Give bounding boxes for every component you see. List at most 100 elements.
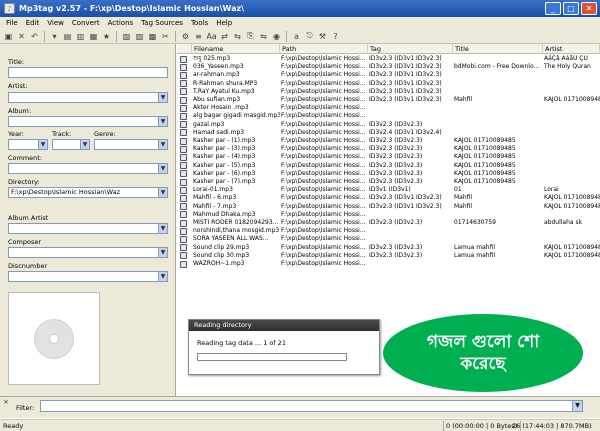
cell-filename: Akter Hosain .mp3 <box>193 104 249 112</box>
filter-dropdown-icon[interactable]: ▼ <box>572 401 582 411</box>
open-folder-icon[interactable]: ▤ <box>62 31 73 42</box>
column-header-tag[interactable]: Tag <box>368 44 453 54</box>
table-row[interactable]: Mahmud Dhaka.mp3 F:\xp\Destop\Islamic Hos… <box>177 211 600 219</box>
genre-field[interactable]: ▼ <box>94 139 168 150</box>
tag-tag-icon[interactable]: ⇋ <box>258 31 269 42</box>
playlist-icon[interactable]: ▩ <box>147 31 158 42</box>
table-row[interactable]: MISTI RODER 0182094293... F:\xp\Destop\Is… <box>177 219 600 227</box>
table-row[interactable]: Abu sufian.mp3 F:\xp\Destop\Islamic Hossi… <box>177 96 600 104</box>
cover-art[interactable] <box>8 292 100 385</box>
track-field[interactable]: ▼ <box>52 139 90 150</box>
year-dropdown-icon[interactable]: ▼ <box>38 140 47 149</box>
menu-actions[interactable]: Actions <box>104 19 138 27</box>
column-header-filename[interactable]: Filename <box>192 44 280 54</box>
table-row[interactable]: Kasher par - (3).mp3 F:\xp\Destop\Islamic… <box>177 145 600 153</box>
table-row[interactable]: norshindi,thana mosgid.mp3 F:\xp\Destop\I… <box>177 227 600 235</box>
composer-field[interactable]: ▼ <box>8 247 168 258</box>
menu-tools[interactable]: Tools <box>187 19 212 27</box>
album-artist-dropdown-icon[interactable]: ▼ <box>158 224 167 233</box>
action-icon[interactable]: ⚙ <box>180 31 191 42</box>
column-header-path[interactable]: Path <box>280 44 368 54</box>
discnumber-dropdown-icon[interactable]: ▼ <box>158 272 167 281</box>
cell-path: F:\xp\Destop\Islamic Hossi... <box>281 227 366 235</box>
format-icon[interactable]: ≡ <box>193 31 204 42</box>
menu-edit[interactable]: Edit <box>22 19 44 27</box>
case-icon[interactable]: Aa <box>206 31 217 42</box>
genre-dropdown-icon[interactable]: ▼ <box>158 140 167 149</box>
favorites-icon[interactable]: ▦ <box>88 31 99 42</box>
close-filter-icon[interactable]: × <box>3 398 9 406</box>
cut-icon[interactable]: ✂ <box>160 31 171 42</box>
menu-file[interactable]: File <box>2 19 22 27</box>
remove-tag-icon[interactable]: ✕ <box>16 31 27 42</box>
table-row[interactable]: T.RaY Ayatul Ku.mp3 F:\xp\Destop\Islamic … <box>177 88 600 96</box>
directory-dropdown-icon[interactable]: ▼ <box>158 188 167 197</box>
tag-filename-icon[interactable]: ⇄ <box>219 31 230 42</box>
audio-file-icon <box>180 194 187 202</box>
menu-tag-sources[interactable]: Tag Sources <box>137 19 187 27</box>
table-row[interactable]: Kasher par - (1).mp3 F:\xp\Destop\Islamic… <box>177 137 600 145</box>
column-header-icon[interactable] <box>177 44 192 54</box>
cell-path: F:\xp\Destop\Islamic Hossi... <box>281 178 366 185</box>
directory-field[interactable]: F:\xp\Destop\Islamic Hossian\Waz ▼ <box>8 187 168 198</box>
comment-dropdown-icon[interactable]: ▼ <box>158 164 167 173</box>
minimize-button[interactable]: _ <box>545 2 561 15</box>
close-button[interactable]: ✕ <box>581 2 597 15</box>
amazon-icon[interactable]: a <box>291 31 302 42</box>
audio-file-icon <box>180 227 187 235</box>
table-row[interactable]: Hamad sadi.mp3 F:\xp\Destop\Islamic Hossi… <box>177 129 600 137</box>
table-row[interactable]: Kasher par - (6).mp3 F:\xp\Destop\Islamic… <box>177 170 600 178</box>
cell-tag <box>368 112 453 120</box>
filename-tag-icon[interactable]: ⇆ <box>232 31 243 42</box>
help-icon[interactable]: ? <box>330 31 341 42</box>
album-dropdown-icon[interactable]: ▼ <box>158 117 167 126</box>
menu-help[interactable]: Help <box>212 19 236 27</box>
filter-input[interactable]: ▼ <box>40 400 583 412</box>
comment-field[interactable]: ▼ <box>8 163 168 174</box>
table-row[interactable]: alg bagar gigadi masgid.mp3 F:\xp\Destop\… <box>177 112 600 120</box>
table-row[interactable]: 036_Yaseen.mp3 F:\xp\Destop\Islamic Hossi… <box>177 63 600 71</box>
maximize-button[interactable]: □ <box>563 2 579 15</box>
table-row[interactable]: SORA YASEEN ALL WAS... F:\xp\Destop\Islam… <box>177 235 600 243</box>
year-field[interactable]: ▼ <box>8 139 48 150</box>
column-header-artist[interactable]: Artist <box>543 44 600 54</box>
save-icon[interactable]: ▣ <box>3 31 14 42</box>
artist-dropdown-icon[interactable]: ▼ <box>158 93 167 102</box>
table-row[interactable]: Sound clip 30.mp3 F:\xp\Destop\Islamic Ho… <box>177 252 600 260</box>
table-row[interactable]: Lorai-01.mp3 F:\xp\Destop\Islamic Hossi..… <box>177 186 600 194</box>
table-row[interactable]: Akter Hosain .mp3 F:\xp\Destop\Islamic Ho… <box>177 104 600 112</box>
select-all-icon[interactable]: ★ <box>101 31 112 42</box>
artist-field[interactable]: ▼ <box>8 92 168 103</box>
album-artist-field[interactable]: ▼ <box>8 223 168 234</box>
freedb-icon[interactable]: ◉ <box>271 31 282 42</box>
options-icon[interactable]: ⚒ <box>317 31 328 42</box>
export-icon[interactable]: ⎋ <box>304 31 315 42</box>
column-header-title[interactable]: Title <box>453 44 543 54</box>
cell-filename: alg bagar gigadi masgid.mp3 <box>193 112 280 120</box>
album-field[interactable]: ▼ <box>8 116 168 127</box>
table-row[interactable]: Kasher par - (5).mp3 F:\xp\Destop\Islamic… <box>177 162 600 170</box>
table-row[interactable]: gazal.mp3 F:\xp\Destop\Islamic Hossi... ID… <box>177 121 600 129</box>
cell-path: F:\xp\Destop\Islamic Hossi... <box>281 202 366 210</box>
table-row[interactable]: Kasher par - (4).mp3 F:\xp\Destop\Islamic… <box>177 153 600 161</box>
track-dropdown-icon[interactable]: ▼ <box>80 140 89 149</box>
text-file-icon[interactable]: ⎘ <box>245 31 256 42</box>
composer-dropdown-icon[interactable]: ▼ <box>158 248 167 257</box>
comment-label: Comment: <box>8 154 43 162</box>
table-row[interactable]: WAZROH~1.mp3 F:\xp\Destop\Islamic Hossi..… <box>177 260 600 268</box>
change-directory-icon[interactable]: ▥ <box>75 31 86 42</box>
menu-view[interactable]: View <box>43 19 68 27</box>
undo-icon[interactable]: ↶ <box>29 31 40 42</box>
paste-tag-icon[interactable]: ▨ <box>134 31 145 42</box>
table-row[interactable]: Mahfil - 6.mp3 F:\xp\Destop\Islamic Hossi… <box>177 194 600 202</box>
copy-tag-icon[interactable]: ▧ <box>121 31 132 42</box>
table-row[interactable]: Sound clip 29.mp3 F:\xp\Destop\Islamic Ho… <box>177 244 600 252</box>
table-row[interactable]: শুধু 025.mp3 F:\xp\Destop\Islamic Hossi..… <box>177 55 600 63</box>
table-row[interactable]: Kasher par - (7).mp3 F:\xp\Destop\Islamic… <box>177 178 600 186</box>
table-row[interactable]: R-Rahman shura.MP3 F:\xp\Destop\Islamic H… <box>177 80 600 88</box>
menu-convert[interactable]: Convert <box>68 19 104 27</box>
table-row[interactable]: ar-rahman.mp3 F:\xp\Destop\Islamic Hossi.… <box>177 71 600 79</box>
table-row[interactable]: Mahfil - 7.mp3 F:\xp\Destop\Islamic Hossi… <box>177 203 600 211</box>
discnumber-field[interactable]: ▼ <box>8 271 168 282</box>
add-directory-icon[interactable]: ▾ <box>49 31 60 42</box>
